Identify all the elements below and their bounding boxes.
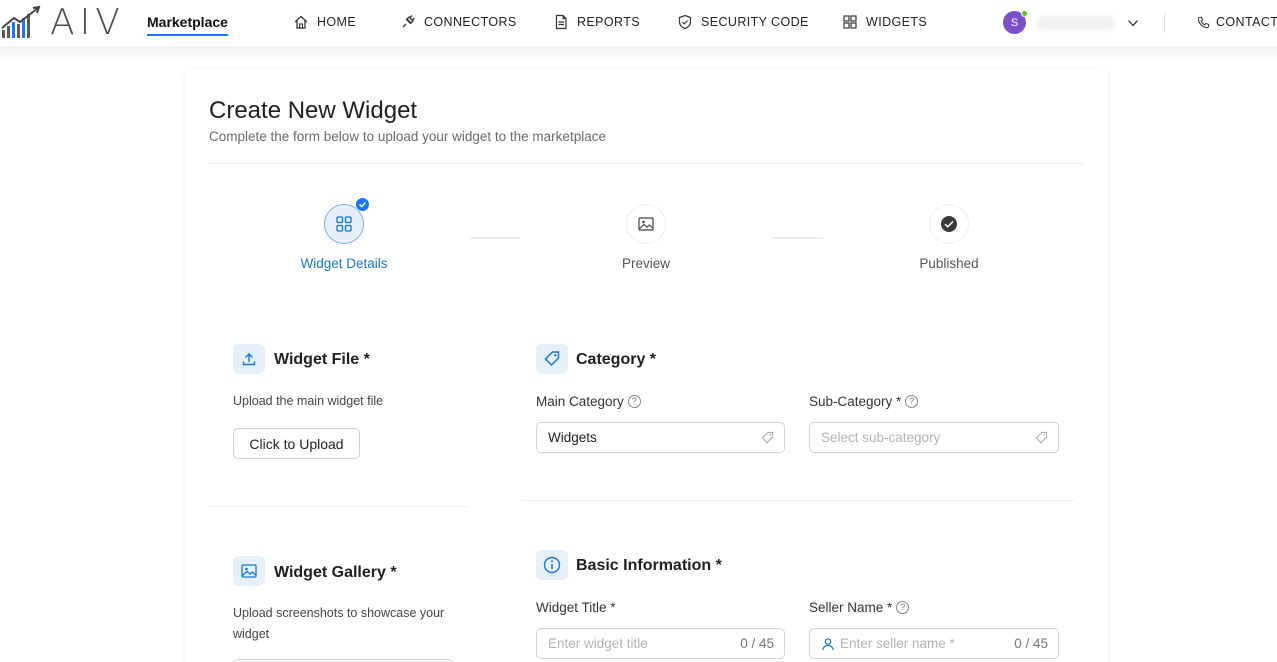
- image-icon: [233, 556, 265, 586]
- widget-title-input[interactable]: Enter widget title 0 / 45: [536, 628, 785, 659]
- nav-security-label: SECURITY CODE: [701, 15, 809, 29]
- online-status-dot: [1021, 10, 1028, 17]
- basic-info-title: Basic Information *: [576, 557, 722, 574]
- nav-widgets[interactable]: WIDGETS: [842, 14, 927, 30]
- phone-icon: [1197, 16, 1210, 28]
- nav-widgets-label: WIDGETS: [866, 15, 928, 29]
- step-1-label: Widget Details: [300, 256, 388, 271]
- page-subtitle: Complete the form below to upload your w…: [209, 129, 606, 144]
- main-category-label: Main Category ?: [536, 394, 641, 409]
- grid-icon: [843, 15, 857, 29]
- nav-reports[interactable]: REPORTS: [553, 14, 640, 30]
- step-2-label: Preview: [621, 256, 670, 271]
- sub-category-label: Sub-Category * ?: [809, 394, 919, 409]
- main-category-select[interactable]: Widgets: [536, 422, 785, 453]
- brand-marketplace[interactable]: Marketplace: [147, 14, 228, 36]
- tag-icon: [761, 431, 774, 444]
- widget-title-label-text: Widget Title *: [536, 600, 616, 615]
- aiv-logo[interactable]: AIV: [0, 2, 132, 43]
- seller-name-input[interactable]: Enter seller name * 0 / 45: [809, 628, 1059, 659]
- step-connector: [773, 237, 823, 239]
- step-1-circle: [324, 197, 370, 244]
- tag-icon: [1035, 431, 1048, 444]
- step-3-circle: [929, 204, 969, 244]
- info-icon: [536, 550, 568, 580]
- nav-home-label: HOME: [317, 15, 357, 29]
- divider: [210, 506, 468, 507]
- check-circle-icon: [941, 216, 957, 232]
- widget-title-label: Widget Title *: [536, 600, 616, 615]
- contact-label: CONTACT: [1216, 15, 1277, 29]
- widget-gallery-title: Widget Gallery *: [274, 564, 397, 581]
- category-title: Category *: [576, 351, 657, 368]
- seller-name-label: Seller Name * ?: [809, 600, 910, 615]
- user-menu[interactable]: S: [1003, 10, 1140, 34]
- widget-file-description: Upload the main widget file: [233, 394, 384, 408]
- top-navigation: AIV Marketplace HOME CONNECTORS REPORTS …: [0, 0, 1277, 46]
- step-widget-details[interactable]: Widget Details: [264, 197, 424, 271]
- plug-icon: [402, 15, 415, 28]
- user-icon: [822, 637, 834, 650]
- shield-icon: [678, 14, 692, 30]
- widget-file-upload-button[interactable]: Click to Upload: [233, 428, 360, 459]
- help-icon[interactable]: ?: [627, 395, 641, 408]
- nav-security-code[interactable]: SECURITY CODE: [677, 14, 809, 30]
- create-widget-card: Create New Widget Complete the form belo…: [185, 70, 1108, 662]
- upload-icon: [233, 344, 265, 374]
- sub-category-placeholder: Select sub-category: [821, 430, 941, 445]
- chevron-down-icon[interactable]: [1126, 16, 1140, 30]
- seller-name-label-text: Seller Name *: [809, 600, 893, 615]
- bar-chart-logo-icon: [1, 5, 41, 38]
- step-published[interactable]: Published: [869, 204, 1029, 271]
- step-connector: [470, 237, 520, 239]
- step-2-circle: [626, 204, 666, 244]
- widget-gallery-description-line2: widget: [233, 627, 270, 641]
- user-name-redacted: [1036, 15, 1116, 30]
- nav-connectors-label: CONNECTORS: [424, 15, 517, 29]
- divider: [209, 163, 1084, 164]
- main-category-value: Widgets: [548, 430, 597, 445]
- widget-title-placeholder: Enter widget title: [548, 636, 648, 651]
- seller-name-placeholder: Enter seller name *: [840, 636, 955, 651]
- step-3-label: Published: [919, 256, 979, 271]
- step-preview[interactable]: Preview: [566, 204, 726, 271]
- nav-connectors[interactable]: CONNECTORS: [400, 14, 517, 30]
- contact-link[interactable]: CONTACT: [1197, 15, 1277, 29]
- nav-divider: [1164, 13, 1165, 33]
- tag-icon: [536, 344, 568, 374]
- nav-reports-label: REPORTS: [577, 15, 640, 29]
- sub-category-select[interactable]: Select sub-category: [809, 422, 1059, 453]
- divider: [522, 500, 1075, 501]
- sub-category-label-text: Sub-Category *: [809, 394, 902, 409]
- avatar[interactable]: S: [1003, 10, 1028, 34]
- file-icon: [555, 14, 567, 30]
- nav-home[interactable]: HOME: [293, 14, 356, 30]
- help-icon[interactable]: ?: [905, 395, 919, 408]
- widget-file-title: Widget File *: [274, 351, 370, 368]
- avatar-initial: S: [1010, 16, 1019, 29]
- home-icon: [294, 15, 308, 29]
- check-badge-icon: [355, 197, 370, 212]
- main-category-label-text: Main Category: [536, 394, 624, 409]
- widget-title-char-count: 0 / 45: [740, 636, 774, 651]
- image-icon: [638, 217, 654, 231]
- widget-gallery-description-line1: Upload screenshots to showcase your: [233, 606, 445, 620]
- logo-text: AIV: [50, 2, 125, 43]
- grid-icon: [336, 216, 352, 232]
- topbar-shadow: [0, 46, 1277, 60]
- widget-gallery-description: Upload screenshots to showcase your widg…: [233, 603, 444, 645]
- seller-name-char-count: 0 / 45: [1014, 636, 1048, 651]
- help-icon[interactable]: ?: [896, 601, 910, 614]
- page-title: Create New Widget: [209, 97, 418, 124]
